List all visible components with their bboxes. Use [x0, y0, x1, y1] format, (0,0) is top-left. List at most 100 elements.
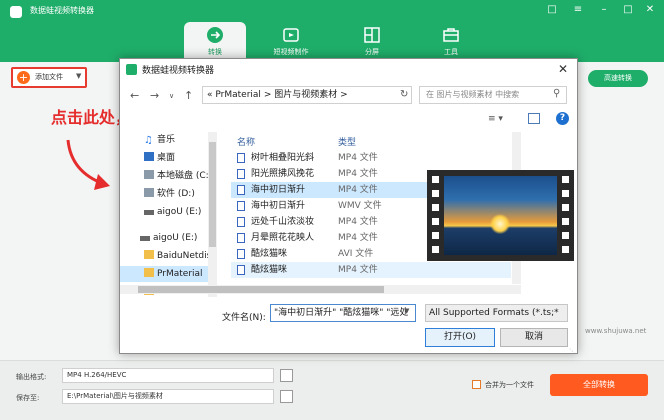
save-to-label: 保存至: [16, 394, 40, 402]
dialog-close-icon[interactable]: ✕ [558, 62, 568, 76]
usb-drive-icon [140, 236, 150, 241]
folder-icon[interactable] [280, 390, 293, 403]
folder-icon [144, 268, 154, 277]
tab-short-video-label: 短视频制作 [273, 48, 309, 56]
search-icon[interactable]: ⚲ [553, 88, 560, 99]
open-button[interactable]: 打开(O) [425, 328, 495, 347]
output-format-label: 输出格式: [16, 373, 47, 381]
resize-grip-icon[interactable]: ⋱ [569, 348, 575, 355]
preview-image [444, 176, 557, 255]
drive-icon [144, 170, 154, 179]
top-bar [0, 0, 664, 62]
tree-item-desktop[interactable]: 桌面 [120, 150, 208, 166]
help-icon[interactable]: ? [556, 112, 569, 125]
column-header-type[interactable]: 类型 [338, 135, 356, 148]
plus-icon: + [17, 71, 30, 84]
tree-item-baidunetdisk[interactable]: BaiduNetdisk [120, 248, 208, 264]
maximize-icon[interactable]: □ [622, 4, 634, 16]
tab-tools-label: 工具 [444, 48, 458, 56]
film-hole [562, 246, 569, 253]
watermark: www.shujuwa.net [585, 327, 647, 335]
tab-split-screen-label: 分屏 [365, 48, 379, 56]
video-file-icon [237, 169, 245, 179]
film-hole [562, 176, 569, 183]
file-type-filter[interactable]: All Supported Formats (*.ts;* [425, 304, 568, 322]
preview-pane-icon[interactable] [528, 113, 540, 124]
menu-icon[interactable]: ≡ [572, 4, 584, 16]
tree-item-prmaterial[interactable]: PrMaterial [120, 266, 208, 282]
film-hole [432, 246, 439, 253]
format-settings-icon[interactable] [280, 369, 293, 382]
convert-icon [207, 27, 223, 43]
tree-scrollbar-thumb[interactable] [209, 142, 216, 247]
video-file-icon [237, 233, 245, 243]
tree-item-aigou-e[interactable]: aigoU (E:) [120, 204, 208, 220]
music-icon: ♫ [144, 135, 153, 146]
minimize-icon[interactable]: – [598, 4, 610, 16]
usb-drive-icon [144, 210, 154, 215]
tree-item-aigou-e-root[interactable]: aigoU (E:) [120, 230, 208, 246]
horizontal-scrollbar-thumb[interactable] [138, 286, 384, 293]
dialog-title: 数据蛙视频转换器 [142, 66, 215, 76]
tab-short-video[interactable]: 短视频制作 [260, 22, 322, 62]
filename-dropdown-icon[interactable]: ▼ [404, 307, 409, 315]
film-hole [562, 218, 569, 225]
app-title: 数据蛙视频转换器 [30, 6, 94, 15]
tree-item-software-d[interactable]: 软件 (D:) [120, 186, 208, 202]
tree-item-music[interactable]: ♫ 音乐 [120, 132, 208, 148]
save-to-select[interactable]: E:\PrMaterial\图片与视频素材 [62, 389, 274, 404]
video-preview [427, 170, 574, 261]
red-arrow-icon [66, 139, 110, 190]
back-arrow-icon[interactable]: ← [130, 89, 139, 102]
close-icon[interactable]: ✕ [644, 4, 656, 16]
recent-chevron-icon[interactable]: ∨ [169, 92, 174, 100]
add-file-label: 添加文件 [35, 73, 63, 81]
merge-checkbox[interactable] [472, 380, 481, 389]
video-file-icon [237, 265, 245, 275]
save-to-value: E:\PrMaterial\图片与视频素材 [67, 392, 163, 400]
filename-input[interactable]: "海中初日渐升" "酷炫猫咪" "远处 [270, 304, 416, 322]
add-file-button[interactable]: + 添加文件 ▼ [11, 67, 87, 88]
app-logo [10, 6, 22, 18]
output-format-value: MP4 H.264/HEVC [67, 371, 127, 379]
film-hole [562, 190, 569, 197]
file-row[interactable]: 酷炫猫咪 MP4 文件 [231, 262, 511, 278]
film-hole [432, 204, 439, 211]
film-hole [432, 218, 439, 225]
cancel-button[interactable]: 取消 [500, 328, 568, 347]
address-segment-prmaterial[interactable]: PrMaterial [215, 90, 261, 100]
film-hole [432, 190, 439, 197]
address-separator: > [340, 90, 348, 100]
convert-all-button[interactable]: 全部转换 [550, 374, 648, 396]
folder-icon [144, 250, 154, 259]
address-overflow[interactable]: « [207, 90, 213, 100]
chat-icon[interactable]: □ [546, 4, 558, 16]
tab-convert[interactable]: 转换 [184, 22, 246, 62]
video-file-icon [237, 217, 245, 227]
refresh-icon[interactable]: ↻ [400, 89, 408, 100]
fast-convert-button[interactable]: 高速转换 [588, 70, 648, 87]
address-bar[interactable]: « PrMaterial > 图片与视频素材 > [202, 86, 412, 104]
film-hole [432, 176, 439, 183]
address-segment-current[interactable]: 图片与视频素材 [274, 90, 337, 100]
column-header-name[interactable]: 名称 [237, 135, 255, 148]
address-separator: > [263, 90, 272, 100]
merge-label: 合并为一个文件 [485, 381, 534, 389]
nav-tree: ♫ 音乐 桌面 本地磁盘 (C:) 软件 (D:) aigoU (E:) aigo… [120, 132, 208, 297]
video-file-icon [237, 201, 245, 211]
chevron-down-icon[interactable]: ▼ [76, 72, 81, 80]
up-arrow-icon[interactable]: ↑ [184, 89, 193, 102]
file-row[interactable]: 树叶相叠阳光斜 MP4 文件 [231, 150, 511, 166]
sun [490, 214, 510, 234]
drive-icon [144, 188, 154, 197]
film-hole [432, 232, 439, 239]
search-input[interactable]: 在 图片与视频素材 中搜索 [419, 86, 567, 104]
video-file-icon [237, 153, 245, 163]
output-format-select[interactable]: MP4 H.264/HEVC [62, 368, 274, 383]
film-hole [562, 232, 569, 239]
tab-split-screen[interactable]: 分屏 [341, 22, 403, 62]
tab-tools[interactable]: 工具 [420, 22, 482, 62]
view-options-icon[interactable]: ≡ ▾ [488, 114, 503, 124]
forward-arrow-icon[interactable]: → [150, 89, 159, 102]
tree-item-local-c[interactable]: 本地磁盘 (C:) [120, 168, 208, 184]
